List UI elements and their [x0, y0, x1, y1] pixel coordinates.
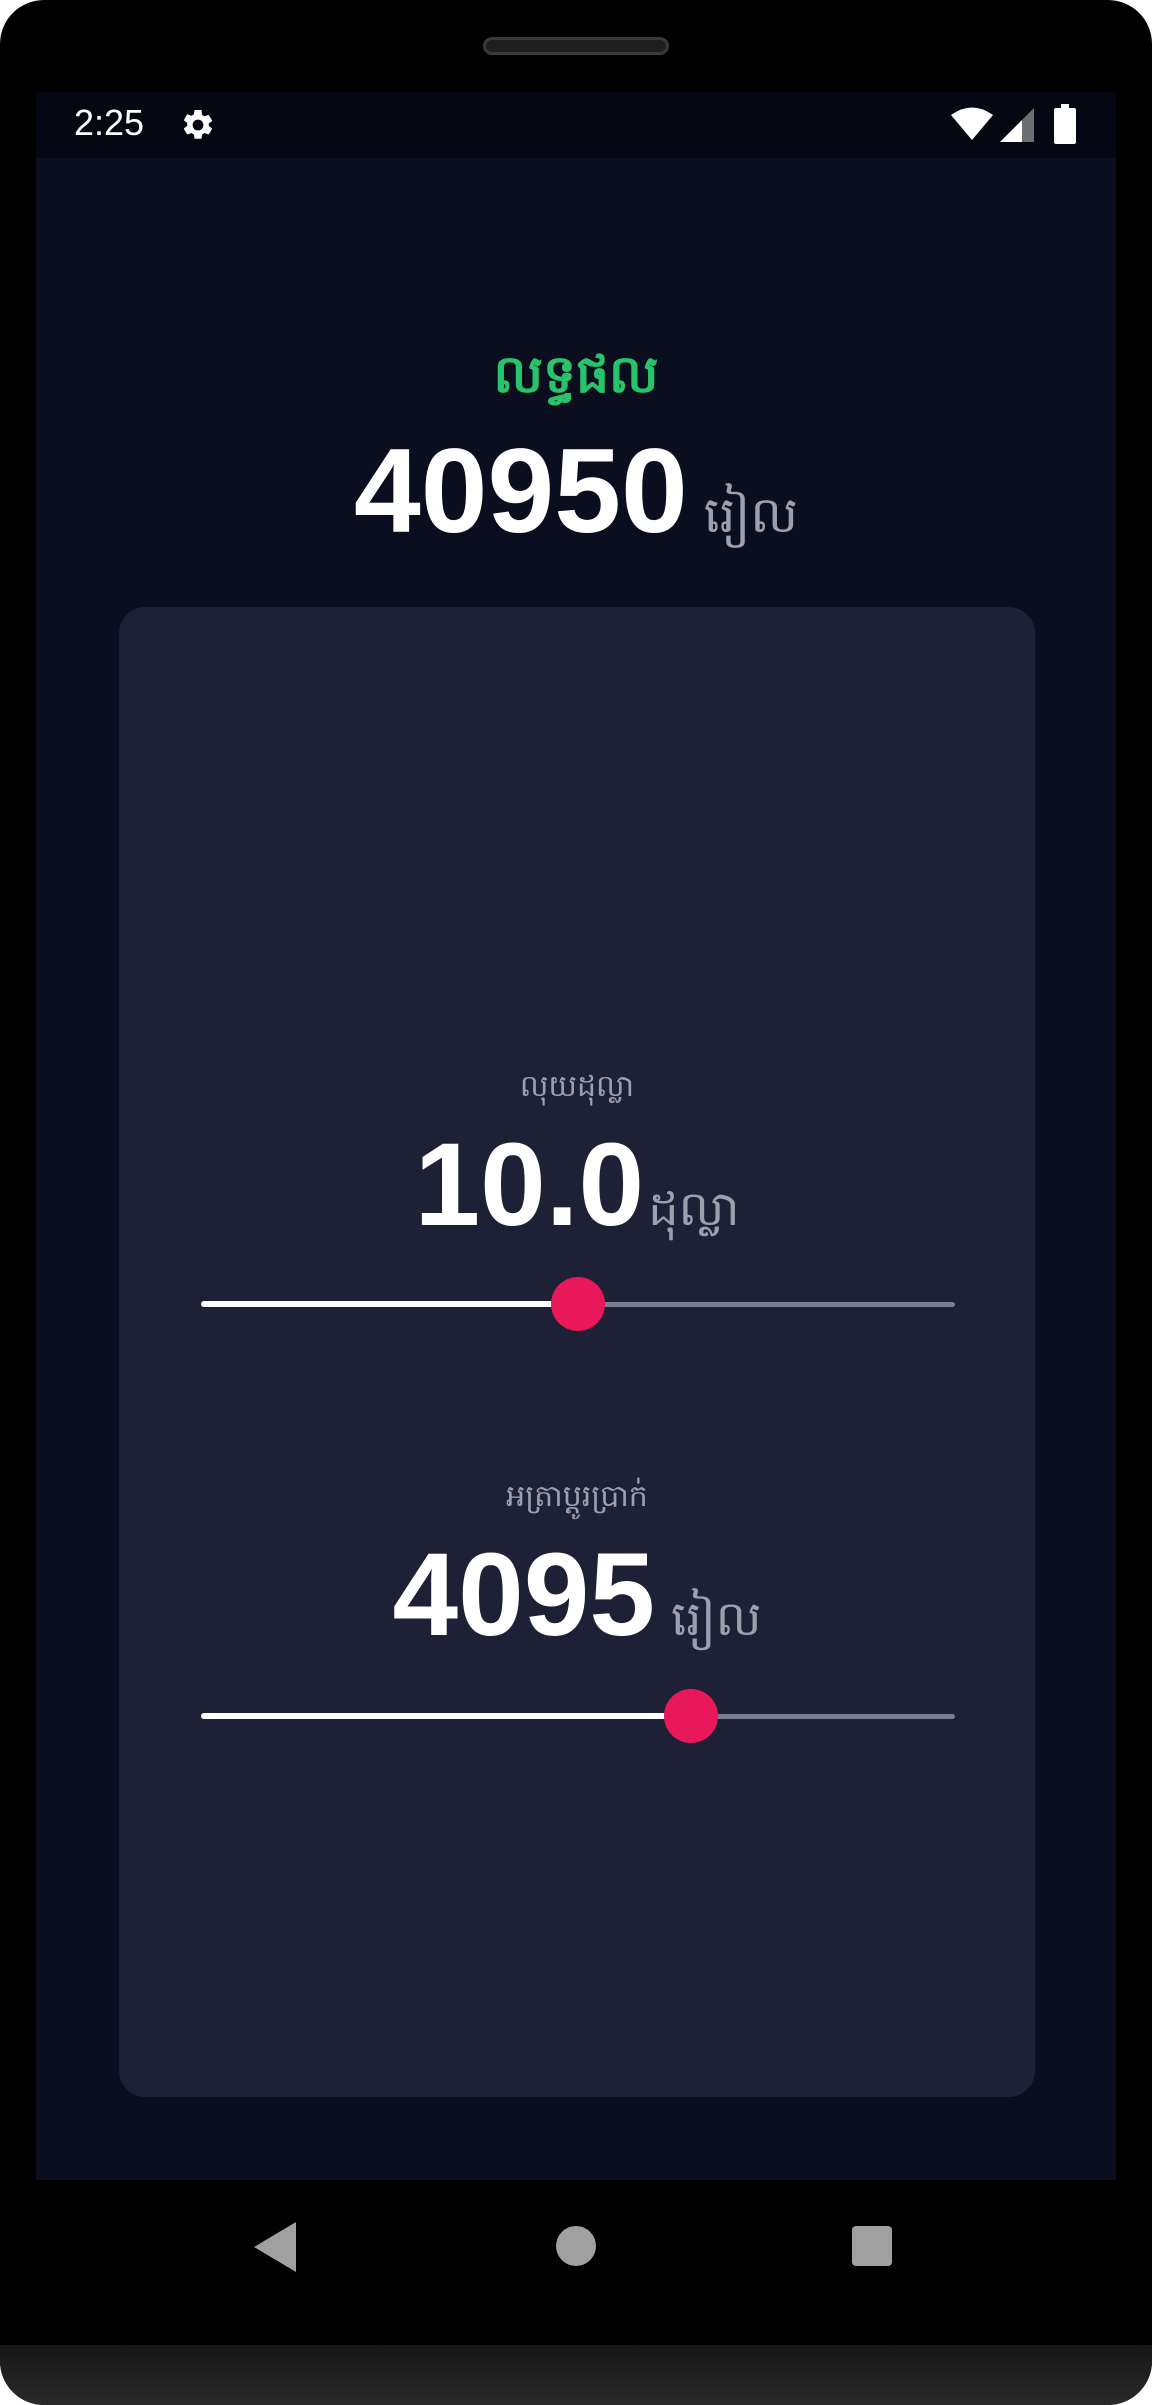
gear-icon [183, 109, 213, 139]
dollar-display: 10.0ដុល្លា [119, 1117, 1035, 1253]
app-screen: 2:25 លទ្ធផល 40950 រៀល លុយដុល្លា 10.0ដុល្… [36, 92, 1116, 2180]
dollar-unit: ដុល្លា [648, 1181, 740, 1237]
rate-slider[interactable] [201, 1687, 955, 1747]
rate-unit: រៀល [671, 1591, 762, 1647]
converter-card: លុយដុល្លា 10.0ដុល្លា អត្រាប្តូរប្រាក់ 40… [119, 607, 1035, 2097]
dollar-label: លុយដុល្លា [519, 1069, 635, 1104]
rate-slider-fill [201, 1713, 691, 1719]
rate-value: 4095 [392, 1529, 656, 1661]
rate-display: 4095 រៀល [119, 1527, 1035, 1663]
result-unit: រៀល [703, 486, 798, 544]
bottom-bezel [0, 2345, 1152, 2405]
rate-label: អត្រាប្តូរប្រាក់ [506, 1479, 648, 1514]
result-display: 40950 រៀល [36, 422, 1116, 560]
navigation-bar [0, 2180, 1152, 2345]
dollar-slider[interactable] [201, 1275, 955, 1335]
recents-icon[interactable] [852, 2226, 892, 2266]
device-frame: 2:25 លទ្ធផល 40950 រៀល លុយដុល្លា 10.0ដុល្… [0, 0, 1152, 2405]
status-bar: 2:25 [36, 92, 1116, 158]
speaker-grille [483, 37, 669, 55]
dollar-slider-thumb[interactable] [551, 1277, 605, 1331]
dollar-slider-fill [201, 1301, 578, 1307]
result-title: លទ្ធផល [493, 345, 659, 405]
home-icon[interactable] [556, 2226, 596, 2266]
wifi-icon [951, 107, 993, 140]
status-time: 2:25 [74, 102, 145, 143]
battery-icon [1054, 104, 1076, 144]
back-icon[interactable] [254, 2222, 296, 2272]
signal-icon [1000, 108, 1034, 142]
result-value: 40950 [354, 424, 688, 558]
rate-slider-thumb[interactable] [664, 1689, 718, 1743]
dollar-value: 10.0 [414, 1119, 645, 1251]
